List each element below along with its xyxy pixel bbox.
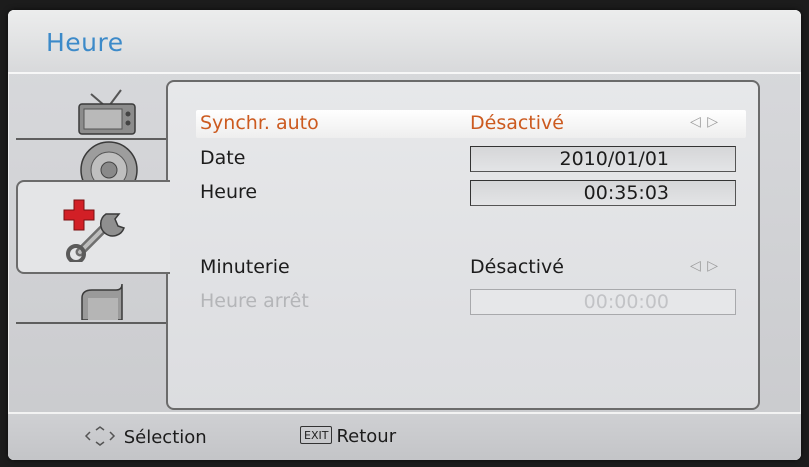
- tab-picture[interactable]: [16, 74, 166, 140]
- back-label: Retour: [336, 426, 397, 447]
- page-title: Heure: [46, 28, 124, 57]
- time-row[interactable]: Heure 00:35:03: [196, 179, 746, 207]
- stop-time-row: Heure arrêt 00:00:00: [196, 288, 746, 316]
- left-right-arrows-icon[interactable]: ◁ ▷: [690, 114, 719, 130]
- dpad-icon: [82, 426, 124, 448]
- tab-setup[interactable]: [16, 180, 170, 274]
- exit-key-icon: EXIT: [300, 426, 333, 444]
- timer-row[interactable]: Minuterie Désactivé ◁ ▷: [196, 254, 746, 282]
- settings-panel: Synchr. auto Désactivé ◁ ▷ Date 2010/01/…: [166, 80, 760, 410]
- timer-value[interactable]: Désactivé: [470, 256, 564, 278]
- tv-icon: [71, 80, 141, 140]
- speaker-icon: [71, 140, 141, 199]
- lock-icon: [76, 283, 136, 324]
- date-field[interactable]: 2010/01/01: [470, 146, 736, 172]
- title-bar: Heure: [8, 10, 801, 74]
- stop-time-value: 00:00:00: [583, 291, 669, 313]
- osd-menu: Heure Synchr. auto Désactivé ◁ ▷ Date 20…: [8, 10, 801, 460]
- date-value: 2010/01/01: [559, 148, 669, 170]
- date-row[interactable]: Date 2010/01/01: [196, 145, 746, 173]
- tools-icon: [56, 194, 132, 266]
- selection-label: Sélection: [123, 427, 207, 448]
- timer-label: Minuterie: [200, 256, 290, 278]
- selection-hint: Sélection: [82, 426, 207, 448]
- sync-auto-value[interactable]: Désactivé: [470, 112, 564, 134]
- footer-bar: Sélection EXIT Retour: [8, 412, 801, 460]
- sync-auto-label: Synchr. auto: [200, 112, 319, 134]
- tab-lock[interactable]: [16, 272, 166, 324]
- time-label: Heure: [200, 181, 258, 203]
- time-value: 00:35:03: [583, 182, 669, 204]
- back-hint: EXIT Retour: [300, 426, 396, 447]
- time-field[interactable]: 00:35:03: [470, 180, 736, 206]
- date-label: Date: [200, 147, 246, 169]
- sync-auto-row[interactable]: Synchr. auto Désactivé ◁ ▷: [196, 110, 746, 138]
- left-right-arrows-icon[interactable]: ◁ ▷: [690, 258, 719, 274]
- stop-time-label: Heure arrêt: [200, 290, 309, 312]
- stop-time-field: 00:00:00: [470, 289, 736, 315]
